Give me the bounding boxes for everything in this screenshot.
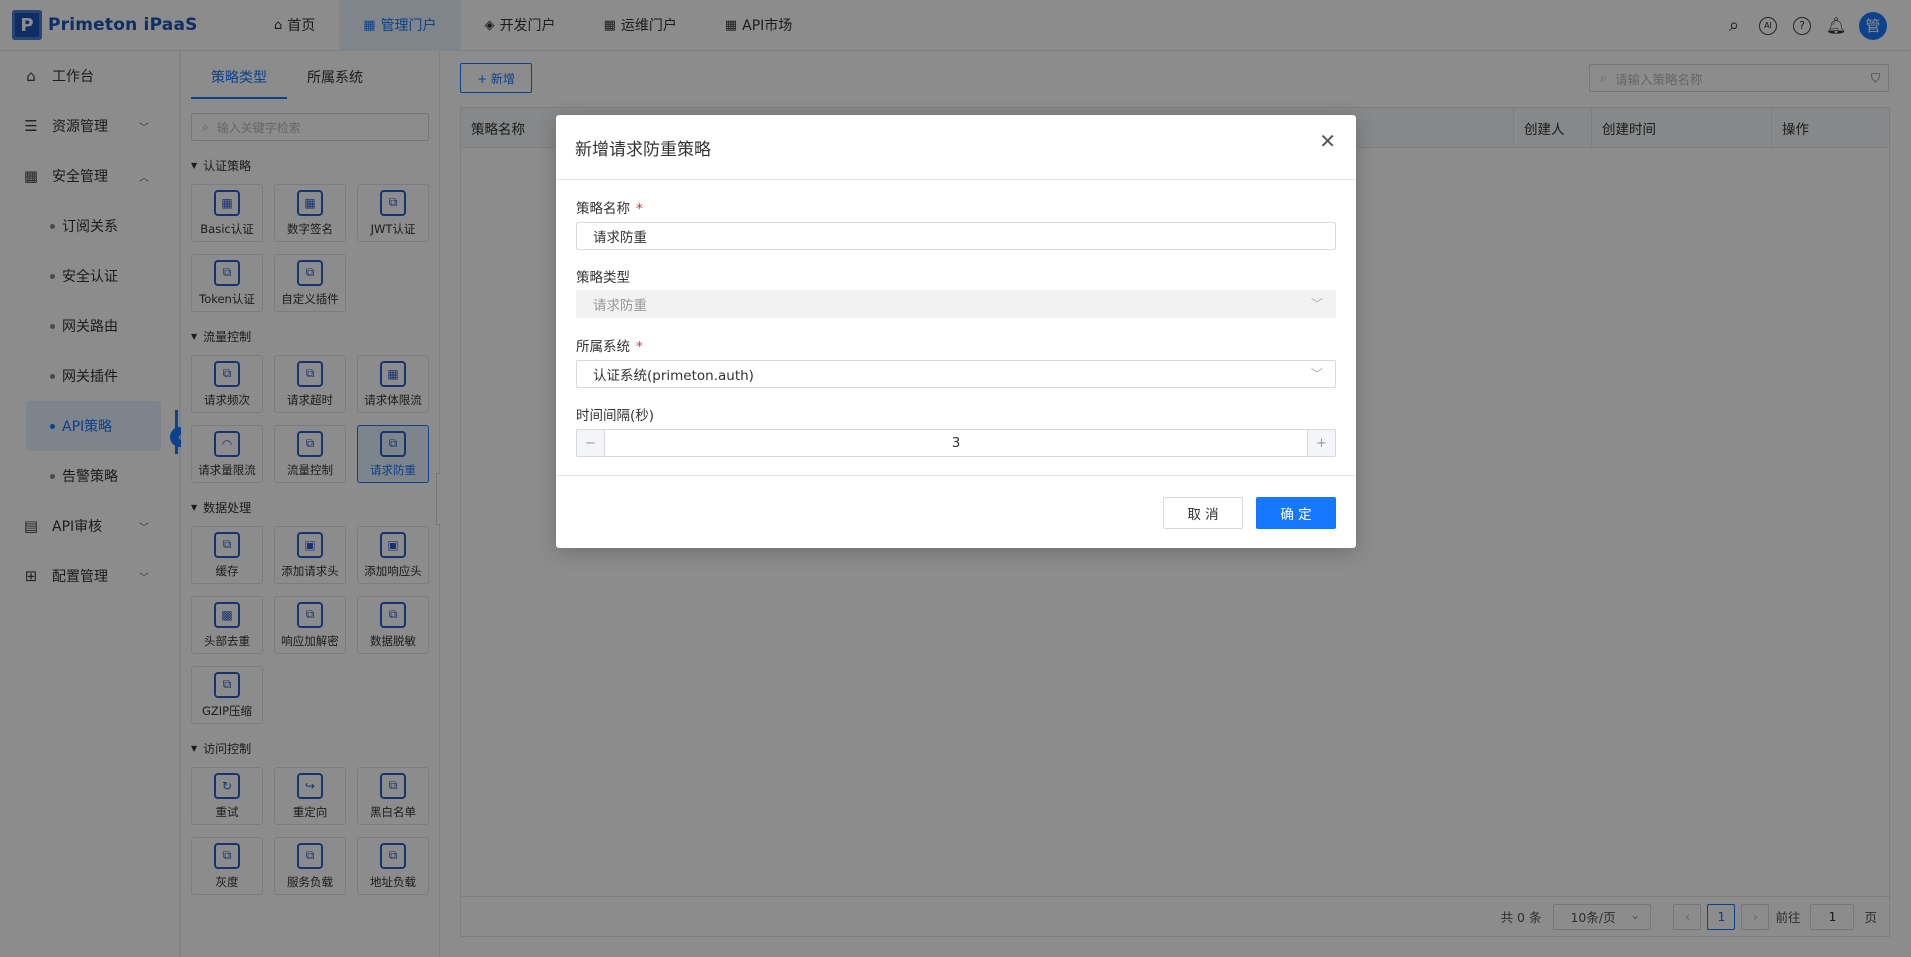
- owner-system-label: 所属系统 *: [576, 335, 643, 355]
- label-text: 策略名称: [576, 201, 630, 217]
- required-mark: *: [636, 201, 643, 217]
- policy-name-input[interactable]: 请求防重: [576, 222, 1336, 250]
- close-icon[interactable]: ✕: [1319, 129, 1336, 153]
- label-text: 所属系统: [576, 339, 630, 355]
- select-value: 请求防重: [593, 298, 647, 314]
- cancel-button[interactable]: 取 消: [1163, 497, 1243, 529]
- policy-type-select: 请求防重 ﹀: [576, 290, 1336, 318]
- policy-type-label: 策略类型: [576, 270, 630, 286]
- increment-button[interactable]: +: [1307, 430, 1335, 456]
- decrement-button[interactable]: −: [577, 430, 605, 456]
- confirm-button[interactable]: 确 定: [1256, 497, 1336, 529]
- chevron-down-icon: ﹀: [1310, 297, 1323, 311]
- owner-system-select[interactable]: 认证系统(primeton.auth) ﹀: [576, 360, 1336, 388]
- interval-label: 时间间隔(秒): [576, 408, 655, 424]
- interval-value[interactable]: 3: [605, 435, 1307, 451]
- policy-name-label: 策略名称 *: [576, 197, 643, 217]
- dialog-title: 新增请求防重策略: [575, 140, 711, 160]
- add-policy-dialog: 新增请求防重策略 ✕ 策略名称 * 请求防重 策略类型 请求防重 ﹀ 所属系统 * 认…: [556, 115, 1356, 548]
- divider: [556, 179, 1356, 180]
- required-mark: *: [636, 339, 643, 355]
- select-value: 认证系统(primeton.auth): [593, 368, 754, 384]
- interval-stepper: − 3 +: [576, 429, 1336, 457]
- chevron-down-icon: ﹀: [1310, 367, 1323, 381]
- divider: [556, 475, 1356, 476]
